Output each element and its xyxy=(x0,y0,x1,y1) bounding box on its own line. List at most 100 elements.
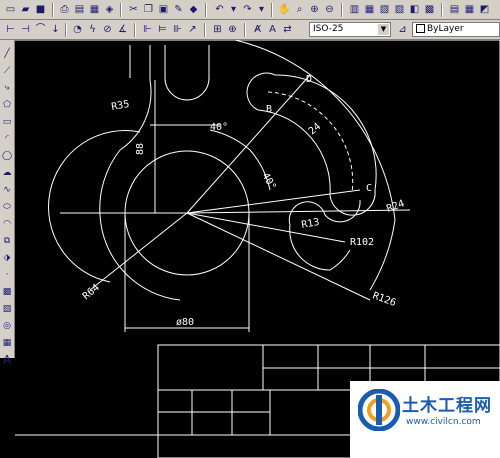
plot-icon[interactable]: ▦ xyxy=(87,2,102,17)
label-angle-40b: 40° xyxy=(259,171,278,192)
help-icon[interactable]: ▤ xyxy=(447,2,462,17)
watermark: 土木工程网 www.civilcn.com xyxy=(350,381,500,458)
baseline-dim-icon[interactable]: ⊨ xyxy=(155,22,170,37)
label-r126: R126 xyxy=(371,290,397,309)
watermark-logo-icon xyxy=(358,389,400,431)
r126-arc xyxy=(369,219,396,291)
match-properties-icon[interactable]: ✎ xyxy=(171,2,186,17)
angle-dim-arc xyxy=(209,129,251,151)
radial-line xyxy=(186,209,411,214)
print-preview-icon[interactable]: ▤ xyxy=(72,2,87,17)
radial-line xyxy=(186,74,311,214)
radial-line xyxy=(186,212,346,243)
line-icon[interactable]: ╱ xyxy=(1,48,13,60)
ellipse-icon[interactable]: ⬭ xyxy=(1,201,13,213)
publish-icon[interactable]: ◈ xyxy=(102,2,117,17)
point-label-c: C xyxy=(366,183,372,194)
block-editor-icon[interactable]: ◆ xyxy=(186,2,201,17)
region-icon[interactable]: ◎ xyxy=(1,320,13,332)
spline-icon[interactable]: ∿ xyxy=(1,184,13,196)
center-mark-icon[interactable]: ⊕ xyxy=(225,22,240,37)
arc-icon[interactable]: ◜ xyxy=(1,133,13,145)
point-label-d: D xyxy=(306,74,312,85)
save-icon[interactable]: ■ xyxy=(33,2,48,17)
layer-value: ByLayer xyxy=(427,24,464,34)
chevron-down-icon[interactable]: ▼ xyxy=(378,24,389,35)
quick-dim-icon[interactable]: ⊩ xyxy=(140,22,155,37)
construction-line-icon[interactable]: ⟋ xyxy=(1,65,13,77)
linear-dim-icon[interactable]: ⊢ xyxy=(3,22,18,37)
copy-icon[interactable]: ❐ xyxy=(141,2,156,17)
top-slot xyxy=(164,45,210,101)
layer-combo[interactable]: ByLayer xyxy=(412,22,500,37)
slot-outer-arc xyxy=(274,74,377,191)
insert-block-icon[interactable]: ⧉ xyxy=(1,235,13,247)
polyline-icon[interactable]: ⤷ xyxy=(1,82,13,94)
sheet-set-icon[interactable]: ▨ xyxy=(392,2,407,17)
redo-icon[interactable]: ↷ xyxy=(240,2,255,17)
gradient-icon[interactable]: ▨ xyxy=(1,303,13,315)
redo-dropdown-icon[interactable]: ▾ xyxy=(254,2,269,17)
angular-dim-icon[interactable]: ∡ xyxy=(115,22,130,37)
properties-icon[interactable]: ▥ xyxy=(347,2,362,17)
jogged-dim-icon[interactable]: ϟ xyxy=(85,22,100,37)
table-icon[interactable]: ▦ xyxy=(1,337,13,349)
tolerance-icon[interactable]: ⊞ xyxy=(210,22,225,37)
zoom-previous-icon[interactable]: ⊖ xyxy=(322,2,337,17)
rectangle-icon[interactable]: ▭ xyxy=(1,116,13,128)
ordinate-dim-icon[interactable]: ↓ xyxy=(48,22,63,37)
continue-dim-icon[interactable]: ⊪ xyxy=(170,22,185,37)
dimedit-icon[interactable]: Ⱥ xyxy=(250,22,265,37)
diameter-dim-icon[interactable]: ⊘ xyxy=(100,22,115,37)
point-icon[interactable]: · xyxy=(1,269,13,281)
ellipse-arc-icon[interactable]: ◠ xyxy=(1,218,13,230)
zoom-window-icon[interactable]: ⊕ xyxy=(307,2,322,17)
label-r13: R13 xyxy=(301,217,321,231)
r64-arc xyxy=(48,130,141,283)
qleader-icon[interactable]: ↗ xyxy=(185,22,200,37)
dimstyle-combo[interactable]: ISO-25 ▼ xyxy=(309,22,391,37)
paste-icon[interactable]: ▣ xyxy=(156,2,171,17)
circle-icon[interactable]: ◯ xyxy=(1,150,13,162)
undo-icon[interactable]: ↶ xyxy=(212,2,227,17)
checkbox-icon xyxy=(416,24,425,33)
label-r24: R24 xyxy=(385,198,406,215)
design-center-icon[interactable]: ▦ xyxy=(362,2,377,17)
calculator-icon[interactable]: ▩ xyxy=(422,2,437,17)
label-88: 88 xyxy=(135,143,146,155)
tool-palettes-icon[interactable]: ▧ xyxy=(377,2,392,17)
polygon-icon[interactable]: ⬠ xyxy=(1,99,13,111)
multiline-text-icon[interactable]: A xyxy=(1,354,13,366)
point-label-b: B xyxy=(266,104,272,115)
print-icon[interactable]: ⎙ xyxy=(57,2,72,17)
radial-line xyxy=(89,212,188,291)
lower-profile-arc xyxy=(289,224,351,271)
undo-dropdown-icon[interactable]: ▾ xyxy=(226,2,241,17)
zoom-realtime-icon[interactable]: ⌕ xyxy=(292,2,307,17)
watermark-url: www.civilcn.com xyxy=(406,417,481,427)
label-dia80: ø80 xyxy=(176,317,194,328)
dimtedit-icon[interactable]: A xyxy=(265,22,280,37)
dimstyle-value: ISO-25 xyxy=(313,24,344,34)
pan-icon[interactable]: ✋ xyxy=(277,2,292,17)
label-angle-40a: 40° xyxy=(210,122,228,133)
arc-length-icon[interactable]: ⌒ xyxy=(33,22,48,37)
new-file-icon[interactable]: ▭ xyxy=(3,2,18,17)
hatch-icon[interactable]: ▩ xyxy=(1,286,13,298)
watermark-title: 土木工程网 xyxy=(402,396,492,416)
make-block-icon[interactable]: ⬗ xyxy=(1,252,13,264)
aligned-dim-icon[interactable]: ⊣ xyxy=(18,22,33,37)
label-r35: R35 xyxy=(111,99,131,113)
markup-icon[interactable]: ◧ xyxy=(407,2,422,17)
cut-icon[interactable]: ✂ xyxy=(126,2,141,17)
open-file-icon[interactable]: ▰ xyxy=(18,2,33,17)
dim-update-icon[interactable]: ⇄ xyxy=(280,22,295,37)
radial-line xyxy=(186,189,361,214)
dimstyle-manager-icon[interactable]: ⊿ xyxy=(395,22,410,37)
revcloud-icon[interactable]: ☁ xyxy=(1,167,13,179)
label-r102: R102 xyxy=(350,237,374,248)
layer-state-icon[interactable]: ◩ xyxy=(477,2,492,17)
radius-dim-icon[interactable]: ◔ xyxy=(70,22,85,37)
layer-manager-icon[interactable]: ▦ xyxy=(462,2,477,17)
radial-line xyxy=(186,212,371,301)
